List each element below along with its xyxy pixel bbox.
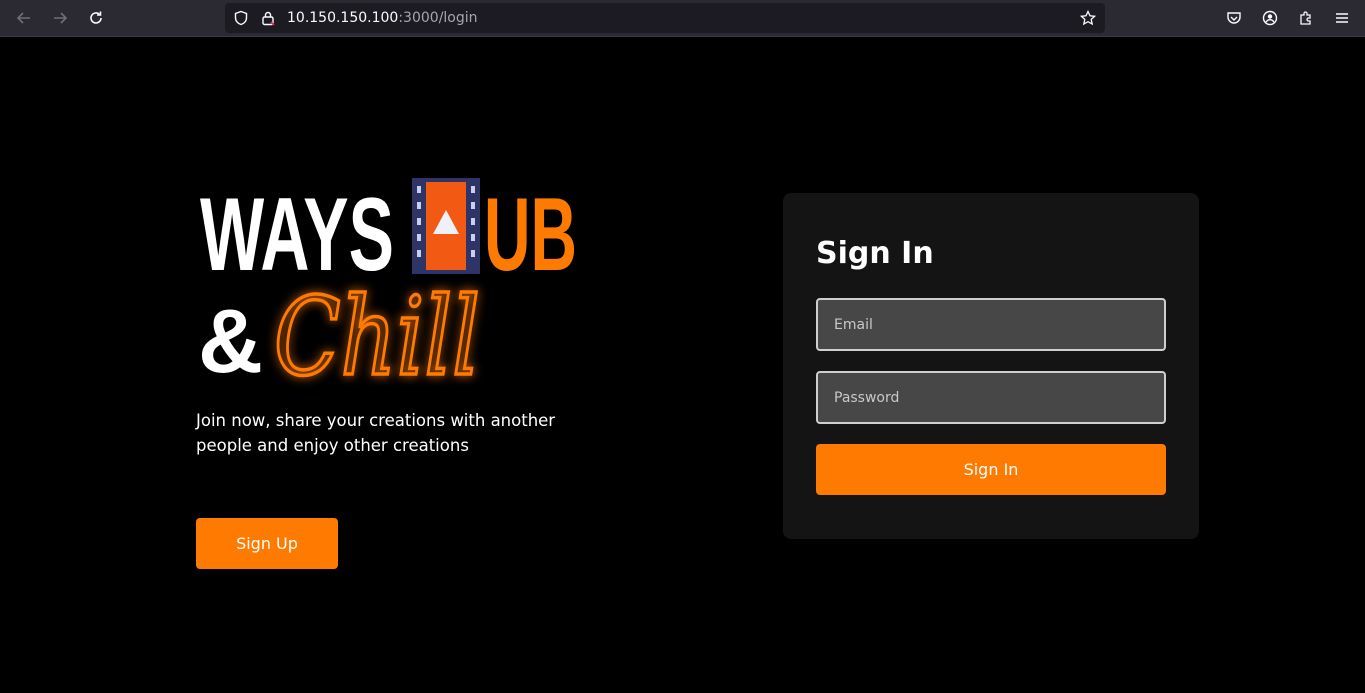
sign-in-card: Sign In Sign In [783, 193, 1199, 539]
login-page: WAYS UB & Chill Join now, share your cre… [0, 38, 1365, 693]
browser-toolbar: 10.150.150.100:3000/login [0, 0, 1365, 37]
logo-script-chill: Chill [274, 275, 480, 400]
lock-icon[interactable] [260, 10, 276, 26]
password-field[interactable] [816, 371, 1166, 424]
hero-tagline: Join now, share your creations with anot… [196, 411, 556, 455]
sign-in-title: Sign In [816, 236, 934, 271]
pocket-icon[interactable] [1221, 6, 1247, 30]
sign-in-button[interactable]: Sign In [816, 444, 1166, 495]
address-bar[interactable]: 10.150.150.100:3000/login [225, 3, 1105, 33]
logo-ampersand: & [198, 292, 263, 392]
email-field[interactable] [816, 298, 1166, 351]
account-icon[interactable] [1257, 6, 1283, 30]
url-text[interactable]: 10.150.150.100:3000/login [287, 10, 478, 26]
back-arrow-icon[interactable] [11, 6, 37, 30]
url-path: :3000/login [398, 10, 478, 26]
logo-word-ub: UB [484, 178, 577, 293]
extensions-icon[interactable] [1293, 6, 1319, 30]
forward-arrow-icon[interactable] [47, 6, 73, 30]
film-play-icon [412, 178, 480, 274]
url-host: 10.150.150.100 [287, 10, 399, 26]
menu-icon[interactable] [1329, 6, 1355, 30]
bookmark-star-icon[interactable] [1080, 10, 1096, 26]
shield-icon[interactable] [233, 10, 249, 26]
ways-hub-chill-logo: WAYS UB & Chill [198, 178, 577, 400]
reload-icon[interactable] [83, 6, 109, 30]
sign-up-button[interactable]: Sign Up [196, 518, 338, 569]
